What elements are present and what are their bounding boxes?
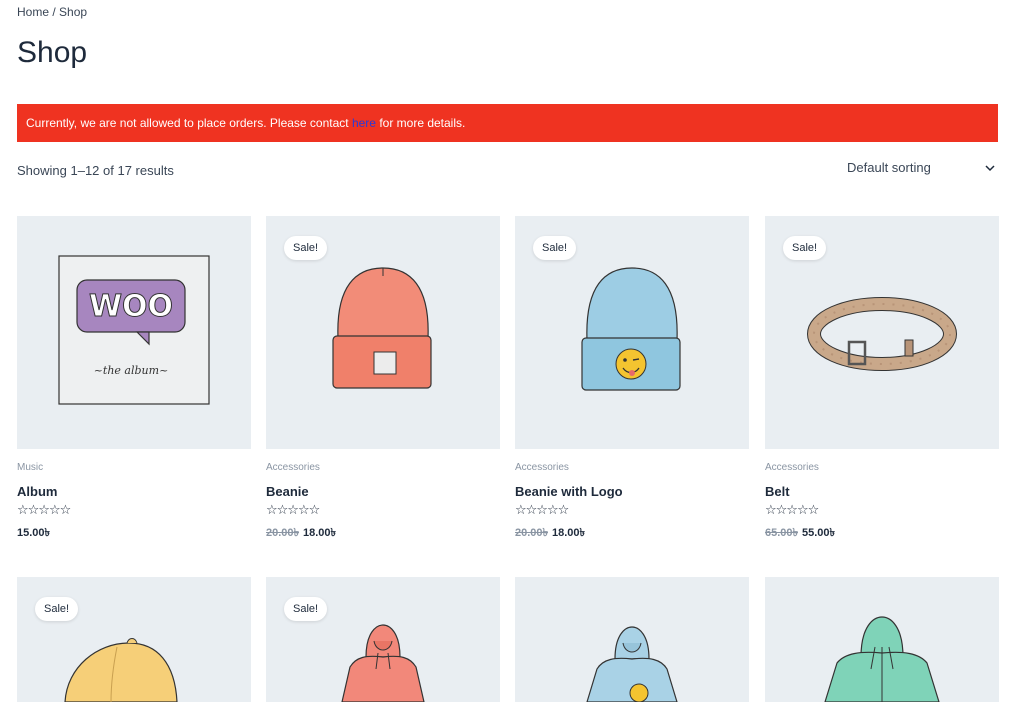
product-title[interactable]: Belt — [765, 484, 790, 499]
old-price: 20.00৳ — [266, 527, 300, 539]
star-rating: ☆☆☆☆☆ — [765, 502, 819, 517]
breadcrumb-current: Shop — [59, 5, 88, 19]
current-price: 18.00৳ — [552, 527, 586, 539]
product-card-cap[interactable]: Sale! — [17, 577, 251, 702]
hoodie-with-logo-image — [586, 626, 678, 702]
product-title[interactable]: Beanie — [266, 484, 309, 499]
product-card-hoodie-with-logo[interactable] — [515, 577, 749, 702]
product-category[interactable]: Accessories — [515, 462, 569, 473]
product-card-hoodie[interactable]: Sale! — [266, 577, 500, 702]
product-image[interactable]: WOO ~the album~ — [17, 216, 251, 449]
product-price: 15.00৳ — [17, 524, 50, 543]
old-price: 20.00৳ — [515, 527, 549, 539]
breadcrumb-home-link[interactable]: Home — [17, 5, 49, 19]
star-rating: ☆☆☆☆☆ — [17, 502, 71, 517]
product-card-hoodie-with-zipper[interactable] — [765, 577, 999, 702]
sale-badge: Sale! — [35, 597, 79, 621]
breadcrumb: Home / Shop — [17, 5, 87, 19]
page-title: Shop — [17, 36, 88, 69]
cap-image — [64, 638, 178, 702]
product-card-beanie-with-logo[interactable]: Sale! Accessories Beanie with Logo ☆☆☆☆☆… — [515, 216, 749, 546]
product-card-beanie[interactable]: Sale! Accessories Beanie ☆☆☆☆☆ 20.00৳ 18.… — [266, 216, 500, 546]
store-notice: Currently, we are not allowed to place o… — [17, 104, 998, 142]
product-price: 65.00৳ 55.00৳ — [765, 524, 835, 543]
product-image[interactable] — [765, 577, 999, 702]
album-cover-image: WOO ~the album~ — [58, 255, 210, 405]
album-subtitle-text: ~the album~ — [94, 364, 169, 377]
old-price: 65.00৳ — [765, 527, 799, 539]
product-card-album[interactable]: WOO ~the album~ Music Album ☆☆☆☆☆ 15.00৳ — [17, 216, 251, 546]
sale-badge: Sale! — [284, 236, 328, 260]
sorting-select[interactable]: Default sorting — [847, 154, 998, 182]
sale-badge: Sale! — [783, 236, 827, 260]
current-price: 55.00৳ — [802, 527, 836, 539]
result-count: Showing 1–12 of 17 results — [17, 163, 174, 178]
product-title[interactable]: Beanie with Logo — [515, 484, 623, 499]
album-logo-text: WOO — [89, 289, 173, 324]
product-image[interactable] — [515, 577, 749, 702]
notice-text-before: Currently, we are not allowed to place o… — [26, 116, 352, 130]
product-category[interactable]: Accessories — [765, 462, 819, 473]
chevron-down-icon — [985, 165, 995, 172]
current-price: 18.00৳ — [303, 527, 337, 539]
sorting-selected-value: Default sorting — [847, 160, 931, 175]
hoodie-image — [341, 624, 425, 702]
star-rating: ☆☆☆☆☆ — [515, 502, 569, 517]
product-image[interactable]: Sale! — [266, 577, 500, 702]
product-image[interactable]: Sale! — [765, 216, 999, 449]
product-category[interactable]: Music — [17, 462, 43, 473]
notice-text-after: for more details. — [375, 116, 466, 130]
product-category[interactable]: Accessories — [266, 462, 320, 473]
product-price: 20.00৳ 18.00৳ — [515, 524, 585, 543]
current-price: 15.00৳ — [17, 527, 51, 539]
breadcrumb-separator: / — [49, 5, 60, 19]
notice-contact-link[interactable]: here — [352, 116, 376, 130]
star-rating: ☆☆☆☆☆ — [266, 502, 320, 517]
product-card-belt[interactable]: Sale! Accessories Belt ☆☆☆☆☆ 65.00৳ 55.00… — [765, 216, 999, 546]
sale-badge: Sale! — [533, 236, 577, 260]
product-price: 20.00৳ 18.00৳ — [266, 524, 336, 543]
hoodie-with-zipper-image — [824, 616, 940, 702]
product-image[interactable]: Sale! — [266, 216, 500, 449]
product-title[interactable]: Album — [17, 484, 57, 499]
sale-badge: Sale! — [284, 597, 328, 621]
product-image[interactable]: Sale! — [515, 216, 749, 449]
product-image[interactable]: Sale! — [17, 577, 251, 702]
